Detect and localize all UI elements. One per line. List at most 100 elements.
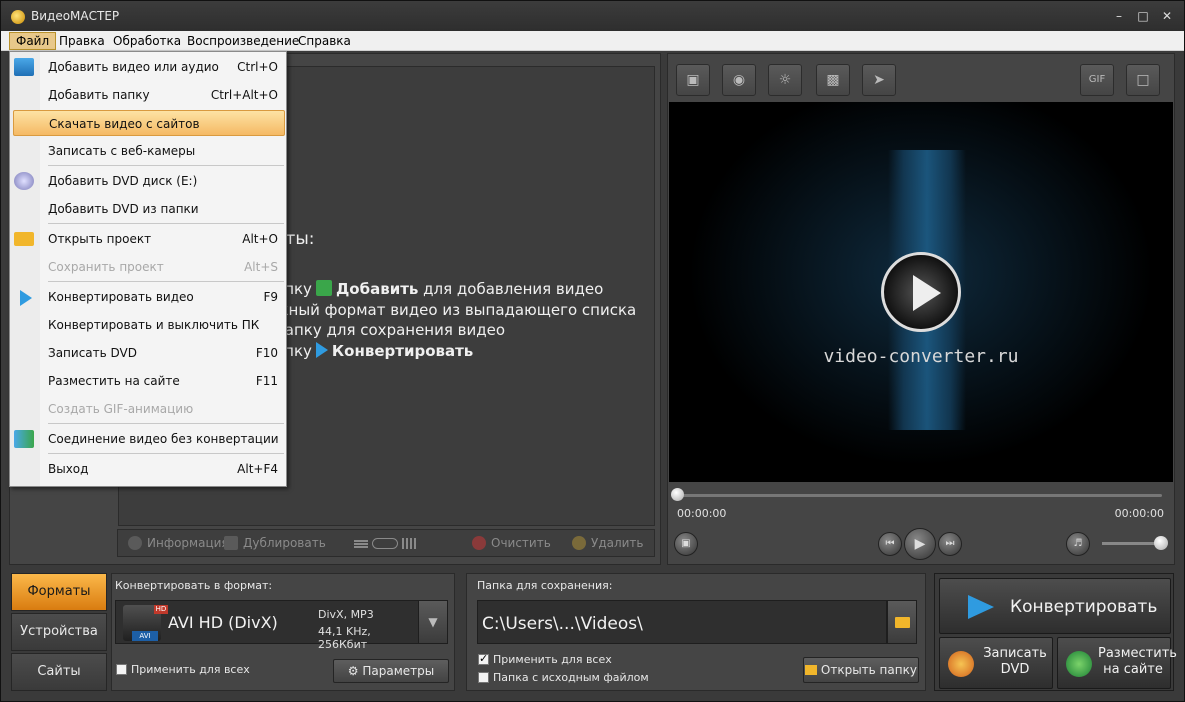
- forward-button[interactable]: ⏭: [938, 532, 962, 556]
- speaker-icon: ♬: [1073, 538, 1083, 549]
- gif-icon: GIF: [1088, 74, 1106, 85]
- brightness-icon: ☼: [778, 72, 792, 88]
- menu-item-convert-shutdown[interactable]: Конвертировать и выключить ПК: [10, 312, 286, 338]
- save-apply-all-checkbox[interactable]: [478, 652, 489, 665]
- menu-help[interactable]: Справка: [292, 32, 357, 50]
- format-icon: HD AVI: [123, 605, 168, 641]
- dvd-burn-icon: [948, 651, 974, 677]
- menu-item-webcam[interactable]: Записать с веб-камеры: [10, 138, 286, 164]
- tab-devices[interactable]: Устройства: [11, 613, 107, 651]
- fullscreen-button[interactable]: □: [1126, 64, 1160, 96]
- fullscreen-icon: □: [1136, 72, 1150, 88]
- menu-item-exit[interactable]: Выход Alt+F4: [10, 456, 286, 482]
- source-folder-checkbox[interactable]: [478, 672, 489, 683]
- time-total: 00:00:00: [1114, 507, 1164, 520]
- join-video-icon: [14, 430, 34, 448]
- format-panel: Конвертировать в формат: HD AVI AVI HD (…: [111, 573, 455, 691]
- format-selector[interactable]: HD AVI AVI HD (DivX) DivX, MP3 44,1 KHz,…: [115, 600, 421, 651]
- hd-badge: HD: [154, 605, 168, 614]
- tab-sites[interactable]: Сайты: [11, 653, 107, 691]
- menu-item-add-folder[interactable]: Добавить папку Ctrl+Alt+O: [10, 82, 286, 108]
- menu-item-download-video[interactable]: Скачать видео с сайтов: [13, 110, 285, 136]
- snapshot-small-button[interactable]: ▣: [674, 532, 698, 556]
- speed-button[interactable]: ➤: [862, 64, 896, 96]
- mute-button[interactable]: ♬: [1066, 532, 1090, 556]
- format-apply-all-label: Применить для всех: [131, 663, 250, 676]
- menu-processing[interactable]: Обработка: [107, 32, 187, 50]
- tab-formats[interactable]: Форматы: [11, 573, 107, 611]
- brand-watermark: video-converter.ru: [823, 346, 1019, 367]
- format-apply-all-checkbox[interactable]: [116, 664, 127, 675]
- menu-playback[interactable]: Воспроизведение: [181, 32, 305, 50]
- view-toggle[interactable]: [354, 538, 418, 550]
- menu-item-join-video[interactable]: Соединение видео без конвертации: [10, 426, 286, 452]
- source-folder-label: Папка с исходным файлом: [493, 671, 649, 684]
- video-preview[interactable]: video-converter.ru: [669, 102, 1173, 482]
- help-step-format: жный формат видео из выпадающего списка: [275, 301, 637, 319]
- volume-slider[interactable]: [1102, 542, 1162, 545]
- title-bar: ВидеоМАСТЕР – □ ✕: [1, 1, 1184, 31]
- menu-separator: [48, 165, 284, 166]
- upload-icon: [1066, 651, 1092, 677]
- burn-dvd-button[interactable]: Записать DVD: [939, 637, 1053, 689]
- minimize-button[interactable]: –: [1108, 7, 1130, 25]
- parameters-button[interactable]: ⚙ Параметры: [333, 659, 449, 683]
- gear-icon: ⚙: [347, 664, 359, 678]
- menu-edit[interactable]: Правка: [53, 32, 111, 50]
- seek-bar[interactable]: [676, 494, 1162, 497]
- gif-button[interactable]: GIF: [1080, 64, 1114, 96]
- format-panel-label: Конвертировать в формат:: [115, 579, 273, 592]
- effects-button[interactable]: ▩: [816, 64, 850, 96]
- brightness-button[interactable]: ☼: [768, 64, 802, 96]
- menu-file[interactable]: Файл: [9, 32, 57, 50]
- action-panel: Конвертировать Записать DVD Разместить н…: [934, 573, 1177, 691]
- duplicate-icon: [224, 536, 238, 550]
- menu-separator: [48, 423, 284, 424]
- seek-handle[interactable]: [671, 488, 684, 501]
- view-switch[interactable]: [372, 538, 398, 549]
- browse-folder-button[interactable]: [887, 600, 917, 644]
- burn-dvd-label: Записать DVD: [983, 646, 1047, 677]
- rewind-button[interactable]: ⏮: [878, 532, 902, 556]
- image-icon: ▣: [681, 538, 691, 549]
- film-effects-icon: ▩: [826, 72, 840, 88]
- clear-icon: [472, 536, 486, 550]
- convert-button[interactable]: Конвертировать: [939, 578, 1171, 634]
- publish-button[interactable]: Разместить на сайте: [1057, 637, 1177, 689]
- menu-item-add-dvd[interactable]: Добавить DVD диск (E:): [10, 168, 286, 194]
- info-button[interactable]: Информация: [128, 536, 229, 550]
- crop-button[interactable]: ▣: [676, 64, 710, 96]
- grid-view-icon: [402, 538, 416, 549]
- menu-separator: [48, 223, 284, 224]
- menu-item-create-gif: Создать GIF-анимацию: [48, 402, 194, 416]
- file-menu-dropdown: Добавить видео или аудио Ctrl+O Добавить …: [9, 51, 287, 487]
- close-button[interactable]: ✕: [1156, 7, 1178, 25]
- rewind-icon: ⏮: [885, 538, 895, 549]
- open-folder-button[interactable]: Открыть папку: [803, 657, 919, 683]
- convert-arrow-icon: [20, 290, 32, 306]
- menu-item-publish[interactable]: Разместить на сайте F11: [10, 368, 286, 394]
- save-path-field[interactable]: C:\Users\...\Videos\: [477, 600, 887, 644]
- snapshot-button[interactable]: ◉: [722, 64, 756, 96]
- menu-item-add-dvd-folder[interactable]: Добавить DVD из папки: [10, 196, 286, 222]
- format-codec: DivX, MP3: [318, 608, 374, 621]
- menu-item-open-project[interactable]: Открыть проект Alt+O: [10, 226, 286, 252]
- clear-button[interactable]: Очистить: [472, 536, 551, 550]
- play-button[interactable]: ▶: [904, 528, 936, 560]
- menu-item-convert[interactable]: Конвертировать видео F9: [10, 284, 286, 310]
- format-name: AVI HD (DivX): [168, 613, 278, 632]
- menu-item-burn-dvd[interactable]: Записать DVD F10: [10, 340, 286, 366]
- play-overlay-icon[interactable]: [881, 252, 961, 332]
- play-icon: ▶: [914, 536, 926, 552]
- format-dropdown-button[interactable]: ▼: [418, 600, 448, 644]
- save-panel-label: Папка для сохранения:: [477, 579, 613, 592]
- add-video-icon: [315, 280, 332, 296]
- help-step-convert: опку Конвертировать: [275, 342, 474, 360]
- delete-button[interactable]: Удалить: [572, 536, 644, 550]
- forward-icon: ⏭: [945, 538, 955, 549]
- maximize-button[interactable]: □: [1132, 7, 1154, 25]
- duplicate-button[interactable]: Дублировать: [224, 536, 326, 550]
- save-path-text: C:\Users\...\Videos\: [482, 614, 643, 634]
- menu-item-add-video[interactable]: Добавить видео или аудио Ctrl+O: [10, 54, 286, 80]
- volume-handle[interactable]: [1154, 536, 1168, 550]
